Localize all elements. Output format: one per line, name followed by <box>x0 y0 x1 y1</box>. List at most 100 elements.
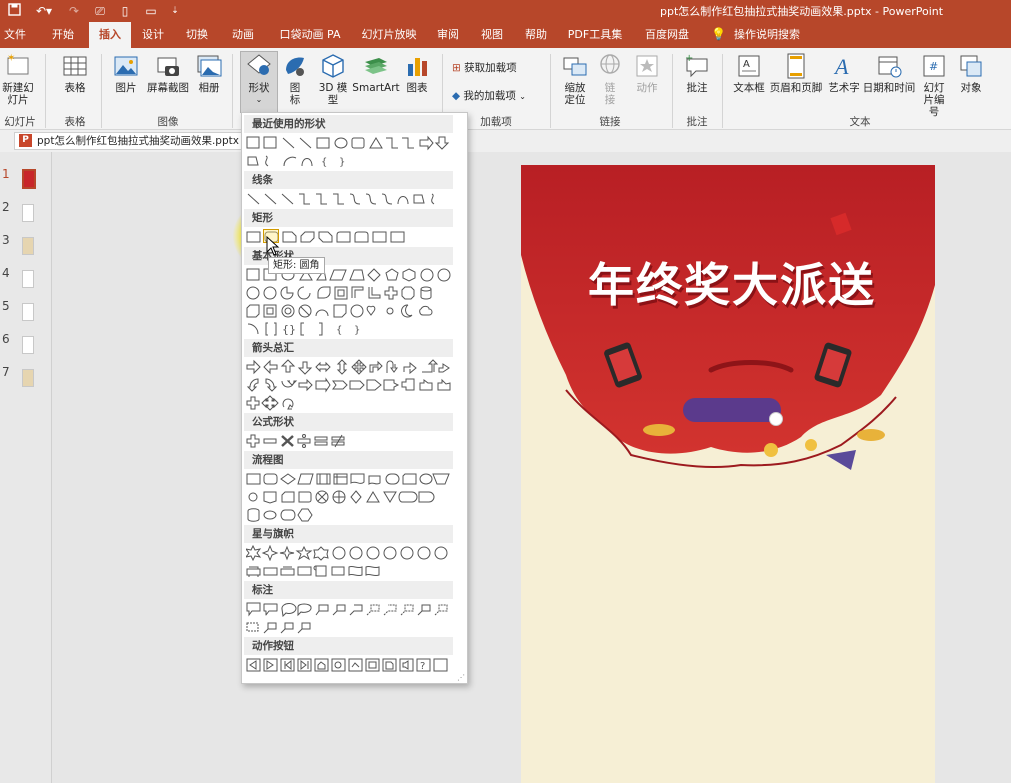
slide-canvas[interactable]: 年终奖大派送 <box>521 165 935 783</box>
shapes-dropdown-arrow: ⌄ <box>255 95 263 104</box>
shape-row-flowchart-3[interactable] <box>246 507 464 523</box>
store-icon: ⊞ <box>452 62 461 74</box>
present-icon[interactable]: ⎚ <box>92 3 108 19</box>
tab-insert[interactable]: 插入 <box>89 22 131 48</box>
tab-review[interactable]: 审阅 <box>431 22 465 48</box>
shape-row-basic-4[interactable]: {} {} <box>246 321 464 337</box>
tab-animations[interactable]: 动画 <box>224 22 262 48</box>
shape-row-stars-2[interactable] <box>246 563 464 579</box>
album-icon <box>196 52 222 80</box>
comment-label: 批注 <box>686 82 708 94</box>
pull-tab-button[interactable] <box>683 398 781 422</box>
chart-button[interactable]: 图表 <box>402 52 432 94</box>
ribbon-insert: ✶ 新建幻灯片 表格 图片 屏幕截图 相册 形状 ⌄ 图标 3D 模型 Smar… <box>0 48 1011 130</box>
slide-thumbnail-3[interactable] <box>22 237 34 255</box>
tab-home[interactable]: 开始 <box>44 22 82 48</box>
new-file-icon[interactable]: ▯ <box>118 3 132 19</box>
tell-me-search[interactable]: 操作说明搜索 <box>732 22 802 48</box>
screenshot-button[interactable]: 屏幕截图 <box>144 52 192 94</box>
shape-row-lines[interactable] <box>246 191 464 207</box>
object-button[interactable]: 对象 <box>956 52 986 94</box>
group-label-addins: 加载项 <box>480 116 512 128</box>
shape-row-stars-1[interactable] <box>246 545 464 561</box>
group-label-images: 图像 <box>157 116 179 128</box>
shape-row-flowchart-2[interactable] <box>246 489 464 505</box>
action-button[interactable]: 动作 <box>630 52 664 94</box>
icons-button[interactable]: 图标 <box>281 52 309 106</box>
svg-text:A: A <box>833 54 849 79</box>
album-label: 相册 <box>198 82 220 94</box>
textbox-button[interactable]: A 文本框 <box>730 52 768 94</box>
shape-row-recent-1[interactable] <box>246 135 464 151</box>
section-flowchart: 流程图 <box>244 451 453 469</box>
document-tab-bar: P ppt怎么制作红包抽拉式抽奖动画效果.pptx <box>0 130 1011 152</box>
shape-row-arrows-2[interactable] <box>246 377 464 393</box>
save-icon[interactable] <box>6 3 22 20</box>
shape-row-callouts-2[interactable] <box>246 619 464 635</box>
redo-icon[interactable]: ↷ <box>66 3 82 19</box>
shape-row-arrows-3[interactable] <box>246 395 464 411</box>
globe-link-icon <box>597 52 623 80</box>
shape-row-equation[interactable] <box>246 433 464 449</box>
comment-button[interactable]: + 批注 <box>680 52 714 94</box>
new-slide-label: 新建幻灯片 <box>2 82 34 106</box>
customize-qat-icon[interactable]: ⇣ <box>170 3 180 19</box>
document-tab[interactable]: P ppt怎么制作红包抽拉式抽奖动画效果.pptx <box>14 132 246 150</box>
undo-icon[interactable]: ↶▾ <box>32 3 56 19</box>
open-folder-icon[interactable]: ▭ <box>142 3 160 19</box>
shape-row-action-buttons[interactable]: ? <box>246 657 464 673</box>
tab-pdf-tools[interactable]: PDF工具集 <box>563 22 627 48</box>
shape-row-basic-2[interactable] <box>246 285 464 301</box>
pull-handle <box>769 412 783 426</box>
smartart-button[interactable]: SmartArt <box>352 52 400 94</box>
tab-slideshow[interactable]: 幻灯片放映 <box>357 22 421 48</box>
title-bar: ↶▾ ↷ ⎚ ▯ ▭ ⇣ ppt怎么制作红包抽拉式抽奖动画效果.pptx - P… <box>0 0 1011 22</box>
slide-thumbnail-6[interactable] <box>22 336 34 354</box>
datetime-label: 日期和时间 <box>862 82 916 94</box>
section-recent-shapes: 最近使用的形状 <box>244 115 453 133</box>
resize-grip-icon[interactable]: ⋰ <box>457 673 465 682</box>
slide-thumbnail-7[interactable] <box>22 369 34 387</box>
pptx-file-icon: P <box>19 134 32 147</box>
tab-view[interactable]: 视图 <box>475 22 509 48</box>
shape-row-arrows-1[interactable] <box>246 359 464 375</box>
tab-baidu-netdisk[interactable]: 百度网盘 <box>638 22 696 48</box>
shape-row-recent-2[interactable]: {} <box>246 153 464 169</box>
tab-pocket-animation[interactable]: 口袋动画 PA <box>274 22 346 48</box>
shape-row-basic-3[interactable] <box>246 303 464 319</box>
tab-file[interactable]: 文件 <box>0 22 30 48</box>
group-label-links: 链接 <box>599 116 621 128</box>
tab-help[interactable]: 帮助 <box>519 22 553 48</box>
my-addins-button[interactable]: ◆ 我的加载项 ⌄ <box>452 88 526 103</box>
star-action-icon <box>634 52 660 80</box>
wordart-button[interactable]: A 艺术字 <box>826 52 862 94</box>
wordart-icon: A <box>831 52 857 80</box>
get-addins-button[interactable]: ⊞ 获取加载项 <box>452 60 517 75</box>
new-slide-button[interactable]: ✶ 新建幻灯片 <box>0 52 36 106</box>
slide-thumbnail-2[interactable] <box>22 204 34 222</box>
group-label-text: 文本 <box>849 116 871 128</box>
header-footer-button[interactable]: 页眉和页脚 <box>768 52 824 94</box>
table-button[interactable]: 表格 <box>55 52 95 94</box>
picture-button[interactable]: 图片 <box>108 52 144 94</box>
section-callouts: 标注 <box>244 581 453 599</box>
tab-transitions[interactable]: 切换 <box>178 22 216 48</box>
new-slide-icon: ✶ <box>5 52 31 80</box>
header-footer-label: 页眉和页脚 <box>769 82 823 94</box>
photo-album-button[interactable]: 相册 <box>194 52 224 94</box>
section-block-arrows: 箭头总汇 <box>244 339 453 357</box>
slide-thumbnail-1[interactable] <box>22 169 36 189</box>
3d-model-button[interactable]: 3D 模型 <box>314 52 352 106</box>
zoom-button[interactable]: 缩放定位 <box>556 52 594 106</box>
shapes-button[interactable]: 形状 ⌄ <box>240 52 278 106</box>
link-button[interactable]: 链接 <box>596 52 624 106</box>
slide-thumbnail-5[interactable] <box>22 303 34 321</box>
tab-design[interactable]: 设计 <box>136 22 170 48</box>
shape-row-callouts-1[interactable] <box>246 601 464 617</box>
group-label-slides: 幻灯片 <box>4 116 36 128</box>
shape-row-flowchart-1[interactable] <box>246 471 464 487</box>
header-footer-icon <box>783 52 809 80</box>
slide-thumbnail-4[interactable] <box>22 270 34 288</box>
datetime-button[interactable]: 日期和时间 <box>862 52 916 94</box>
slide-number-button[interactable]: # 幻灯片编号 <box>916 52 952 118</box>
